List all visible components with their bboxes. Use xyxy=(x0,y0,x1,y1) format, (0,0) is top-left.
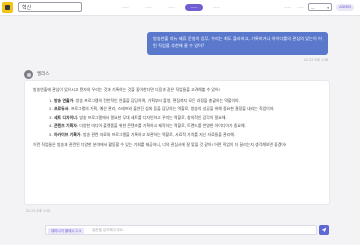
item-number: 2. xyxy=(49,106,53,112)
search-input[interactable]: 혁신 xyxy=(18,2,82,12)
chat-input[interactable]: 질문을 입력해주세요. xyxy=(92,226,124,234)
avatar-face xyxy=(26,72,31,77)
right-tab-2[interactable]: —— xyxy=(297,3,304,11)
nav-item-1[interactable]: —— xyxy=(114,4,137,11)
bot-intro: 방송연출에 관심이 있으시고 텐자의 우리는 것과 기록하는 것을 좋아한다면 … xyxy=(33,87,221,92)
item-title: 아카이브 기록가 xyxy=(53,131,81,137)
nav-item-active[interactable]: —— xyxy=(185,4,203,11)
nav-item-5[interactable]: —— xyxy=(205,4,228,11)
item-title: 세트 디자이너 xyxy=(53,114,77,120)
item-title: 프로듀서 xyxy=(53,106,69,112)
top-bar: 혁신 —— —— —— —— —— —— —— — ▾ ADMIN xyxy=(0,0,360,16)
right-tabs: —— —— xyxy=(284,3,304,11)
list-item: 4. 콘텐츠 기획자: 다양한 미디어 플랫폼을 위한 콘텐츠를 기획하고 제작… xyxy=(49,123,321,129)
item-number: 1. xyxy=(49,97,53,103)
logo-mark xyxy=(5,5,10,10)
app-logo[interactable] xyxy=(2,2,13,13)
right-tab-1[interactable]: —— xyxy=(284,3,291,11)
select-value: — xyxy=(311,6,315,10)
dropdown-select[interactable]: — ▾ xyxy=(308,3,332,11)
user-message-timestamp: 02.23 오후 1:58 xyxy=(304,58,329,62)
model-selector[interactable]: 제미나이 플래시 2.5 xyxy=(48,227,85,234)
item-title: 방송 연출가 xyxy=(53,97,74,103)
main-nav: —— —— —— —— —— xyxy=(114,4,228,11)
item-desc: : 방송 프로그램에서 필요한 무대 세트를 디자인하고 꾸미는 역할로, 창의… xyxy=(76,114,227,120)
bot-message-bubble: 방송연출에 관심이 있으시고 텐자의 우리는 것과 기록하는 것을 좋아한다면 … xyxy=(24,80,330,205)
item-number: 5. xyxy=(49,131,53,137)
item-desc: : 다양한 미디어 플랫폼을 위한 콘텐츠를 기획하고 제작하는 역할로, 트렌… xyxy=(76,123,246,129)
bot-name: 엘리스 xyxy=(37,72,50,77)
list-item: 3. 세트 디자이너: 방송 프로그램에서 필요한 무대 세트를 디자인하고 꾸… xyxy=(49,115,321,121)
item-number: 3. xyxy=(49,114,53,120)
bot-message-timestamp: 02.23 오후 1:58 xyxy=(26,209,51,213)
list-item: 2. 프로듀서: 프로그램의 기획, 예산 관리, 스태프와 출연진 섭외 등을… xyxy=(49,106,321,112)
nav-item-3[interactable]: —— xyxy=(160,4,183,11)
send-icon xyxy=(321,227,327,233)
item-title: 콘텐츠 기획자 xyxy=(53,123,77,129)
item-desc: : 프로그램의 기획, 예산 관리, 스태프와 출연진 섭외 등을 담당하는 역… xyxy=(68,106,275,112)
admin-badge[interactable]: ADMIN xyxy=(336,3,354,11)
item-number: 4. xyxy=(49,123,53,129)
send-button[interactable] xyxy=(319,225,329,235)
list-item: 1. 방송 연출가: 방송 프로그램의 전반적인 연출을 담당하며, 기획부터 … xyxy=(49,98,321,104)
top-right-controls: —— —— — ▾ ADMIN xyxy=(284,3,354,11)
user-message-bubble: 방송연출 의뉴 제휴 운영의 업무, 우리는 최도 플라하고, 기록하거나 아이… xyxy=(147,32,328,55)
chat-input-bar[interactable]: 제미나이 플래시 2.5 질문을 입력해주세요. xyxy=(45,225,317,235)
item-desc: : 방송 프로그램의 전반적인 연출을 담당하며, 기획부터 촬영, 편집까지 … xyxy=(73,97,240,103)
item-desc: : 방송 관련 자료와 프로그램을 기록하고 보관하는 역할로, 사료적 가치를… xyxy=(80,131,236,137)
bot-avatar xyxy=(24,70,33,79)
nav-item-2[interactable]: —— xyxy=(137,4,160,11)
list-item: 5. 아카이브 기록가: 방송 관련 자료와 프로그램을 기록하고 보관하는 역… xyxy=(49,132,321,138)
bot-outro: 이런 직업들은 방송과 관련된 다양한 분야에서 활동할 수 있는 기회를 제공… xyxy=(33,141,287,147)
chevron-down-icon: ▾ xyxy=(327,6,329,10)
job-list: 1. 방송 연출가: 방송 프로그램의 전반적인 연출을 담당하며, 기획부터 … xyxy=(33,98,321,138)
